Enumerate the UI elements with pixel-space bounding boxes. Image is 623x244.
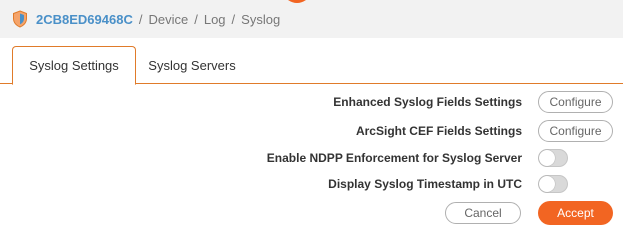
enhanced-configure-button[interactable]: Configure: [538, 91, 613, 113]
arcsight-configure-button[interactable]: Configure: [538, 120, 613, 142]
shield-icon: [13, 10, 27, 28]
accept-button[interactable]: Accept: [538, 201, 613, 225]
breadcrumb-separator: /: [138, 11, 143, 27]
enhanced-fields-label: Enhanced Syslog Fields Settings: [333, 95, 522, 109]
tab-syslog-settings[interactable]: Syslog Settings: [12, 46, 136, 85]
indicator-icon: [288, 0, 306, 3]
breadcrumb-item-log[interactable]: Log: [204, 12, 226, 27]
tab-syslog-servers[interactable]: Syslog Servers: [142, 46, 242, 85]
tab-bar: Syslog Settings Syslog Servers: [0, 38, 623, 85]
tab-label: Syslog Servers: [148, 58, 236, 73]
settings-row-enhanced: Enhanced Syslog Fields Settings Configur…: [0, 90, 623, 114]
tab-label: Syslog Settings: [29, 58, 119, 73]
utc-label: Display Syslog Timestamp in UTC: [328, 177, 522, 191]
ndpp-label: Enable NDPP Enforcement for Syslog Serve…: [266, 151, 522, 165]
breadcrumb-device-id[interactable]: 2CB8ED69468C: [36, 12, 133, 27]
breadcrumb-item-syslog: Syslog: [241, 11, 281, 27]
settings-row-arcsight: ArcSight CEF Fields Settings Configure: [0, 119, 623, 143]
settings-row-utc: Display Syslog Timestamp in UTC: [0, 172, 623, 196]
breadcrumb-separator: /: [231, 11, 236, 27]
toggle-knob: [539, 176, 555, 192]
toggle-knob: [539, 150, 555, 166]
breadcrumb-separator: /: [194, 11, 198, 27]
breadcrumb-item-device[interactable]: Device: [148, 12, 188, 27]
utc-toggle[interactable]: [538, 175, 568, 193]
arcsight-fields-label: ArcSight CEF Fields Settings: [355, 124, 522, 138]
ndpp-toggle[interactable]: [538, 149, 568, 167]
cancel-button[interactable]: Cancel: [445, 202, 521, 224]
breadcrumb: 2CB8ED69468C / Device / Log / Syslog: [0, 0, 623, 38]
settings-row-ndpp: Enable NDPP Enforcement for Syslog Serve…: [0, 146, 623, 170]
